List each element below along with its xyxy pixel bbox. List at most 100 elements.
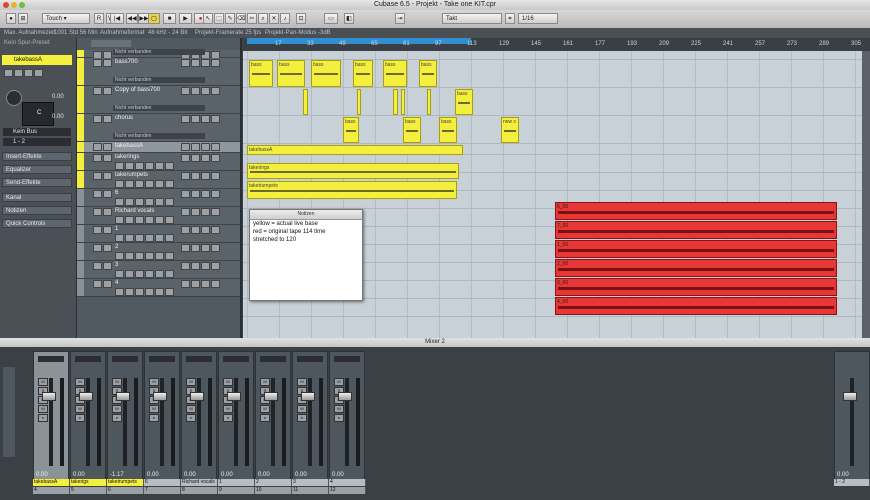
audio-part[interactable]: bass (249, 60, 273, 87)
channel-button-m[interactable]: M (334, 378, 344, 386)
track-mute-button[interactable] (93, 226, 102, 234)
track-option-button[interactable] (191, 226, 200, 234)
color-tool-icon[interactable]: ▭ (324, 13, 338, 24)
audio-part[interactable] (357, 89, 361, 115)
track-control-button[interactable] (125, 198, 134, 206)
channel-button-e[interactable]: e (297, 414, 307, 422)
volume-fader[interactable] (42, 392, 56, 401)
inspector-section-channel[interactable]: Kanal (2, 193, 72, 202)
track-solo-button[interactable] (103, 143, 112, 151)
channel-button-m[interactable]: M (112, 378, 122, 386)
track-control-button[interactable] (135, 270, 144, 278)
track-option-button[interactable] (201, 280, 210, 288)
track-option-button[interactable] (211, 208, 220, 216)
track-mute-button[interactable] (93, 280, 102, 288)
channel-button-m[interactable]: M (38, 378, 48, 386)
track-control-button[interactable] (125, 162, 134, 170)
audio-event-red[interactable]: 7_00 (555, 221, 837, 239)
mute-tool-icon[interactable]: ✕ (269, 13, 279, 24)
track-control-button[interactable] (145, 216, 154, 224)
track-control-button[interactable] (145, 252, 154, 260)
track-mute-button[interactable] (93, 59, 102, 67)
track-solo-button[interactable] (103, 208, 112, 216)
track-control-button[interactable] (115, 162, 124, 170)
track-mute-button[interactable] (93, 115, 102, 123)
volume-fader[interactable] (190, 392, 204, 401)
track-control-button[interactable] (125, 288, 134, 296)
track-row[interactable]: chorus Nicht verbunden (77, 114, 240, 142)
track-option-button[interactable] (211, 262, 220, 270)
inspector-volume-knob[interactable] (6, 90, 22, 106)
audio-event-red[interactable]: 6_00 (555, 202, 837, 220)
track-row[interactable]: Copy of bass700 Nicht verbunden (77, 86, 240, 114)
channel-button-m[interactable]: M (297, 378, 307, 386)
track-solo-button[interactable] (103, 244, 112, 252)
track-control-button[interactable] (125, 180, 134, 188)
channel-button-e[interactable]: e (149, 414, 159, 422)
pan-control[interactable] (297, 356, 323, 362)
inspector-section-notes[interactable]: Notizen (2, 206, 72, 215)
volume-fader[interactable] (338, 392, 352, 401)
track-control-button[interactable] (145, 198, 154, 206)
track-mute-button[interactable] (93, 262, 102, 270)
track-control-button[interactable] (135, 198, 144, 206)
stop-button[interactable]: ■ (163, 13, 176, 24)
audio-event-red[interactable]: 1_00 (555, 240, 837, 258)
track-option-button[interactable] (211, 190, 220, 198)
track-option-button[interactable] (191, 115, 200, 123)
track-mute-button[interactable] (93, 208, 102, 216)
speaker-tool-icon[interactable]: ♪ (280, 13, 290, 24)
track-control-button[interactable] (145, 234, 154, 242)
track-control-button[interactable] (115, 180, 124, 188)
track-control-button[interactable] (165, 234, 174, 242)
volume-fader[interactable] (79, 392, 93, 401)
track-control-button[interactable] (135, 288, 144, 296)
timeline-ruler[interactable]: 17 33 49 65 81 97 113 129 145 161 177 193 209 225 241 2… (243, 38, 870, 52)
channel-name[interactable]: takebassA (33, 479, 70, 486)
track-control-button[interactable] (155, 270, 164, 278)
track-row[interactable]: 4 (77, 279, 240, 297)
channel-button-w[interactable]: W (112, 405, 122, 413)
track-solo-button[interactable] (103, 280, 112, 288)
volume-fader[interactable] (227, 392, 241, 401)
channel-button-e[interactable]: e (186, 414, 196, 422)
track-control-button[interactable] (115, 288, 124, 296)
track-solo-button[interactable] (103, 190, 112, 198)
audio-event-red[interactable]: 4_00 (555, 297, 837, 315)
channel-button-e[interactable]: e (38, 414, 48, 422)
audio-part[interactable]: bass (403, 117, 421, 143)
pencil-tool-icon[interactable]: ✎ (225, 13, 235, 24)
channel-button-w[interactable]: W (260, 405, 270, 413)
pan-control[interactable] (186, 356, 212, 362)
channel-button-w[interactable]: W (186, 405, 196, 413)
audio-part[interactable]: bass (277, 60, 305, 87)
audio-part[interactable]: bass (311, 60, 341, 87)
rewind-button[interactable]: ◀◀ (126, 13, 138, 24)
track-mute-button[interactable] (93, 244, 102, 252)
track-mute-button[interactable] (93, 172, 102, 180)
channel-button-w[interactable]: W (149, 405, 159, 413)
track-control-button[interactable] (115, 252, 124, 260)
channel-name[interactable]: takerigs (70, 479, 107, 486)
track-option-button[interactable] (201, 87, 210, 95)
channel-button-e[interactable]: e (260, 414, 270, 422)
track-option-button[interactable] (181, 226, 190, 234)
track-control-button[interactable] (135, 162, 144, 170)
track-option-button[interactable] (211, 87, 220, 95)
audio-part[interactable]: taketrumpets (247, 181, 457, 199)
track-control-button[interactable] (165, 198, 174, 206)
channel-name[interactable]: 2 (255, 479, 292, 486)
track-control-button[interactable] (135, 180, 144, 188)
channel-button-m[interactable]: M (186, 378, 196, 386)
track-control-button[interactable] (155, 234, 164, 242)
audio-part[interactable]: new c (501, 117, 519, 143)
track-control-button[interactable] (135, 252, 144, 260)
track-control-button[interactable] (165, 162, 174, 170)
notepad-window[interactable]: Notizen yellow = actual live base red = … (249, 209, 363, 301)
channel-button-e[interactable]: e (334, 414, 344, 422)
track-option-button[interactable] (181, 172, 190, 180)
track-option-button[interactable] (191, 172, 200, 180)
track-solo-button[interactable] (103, 226, 112, 234)
track-option-button[interactable] (181, 87, 190, 95)
track-option-button[interactable] (201, 226, 210, 234)
